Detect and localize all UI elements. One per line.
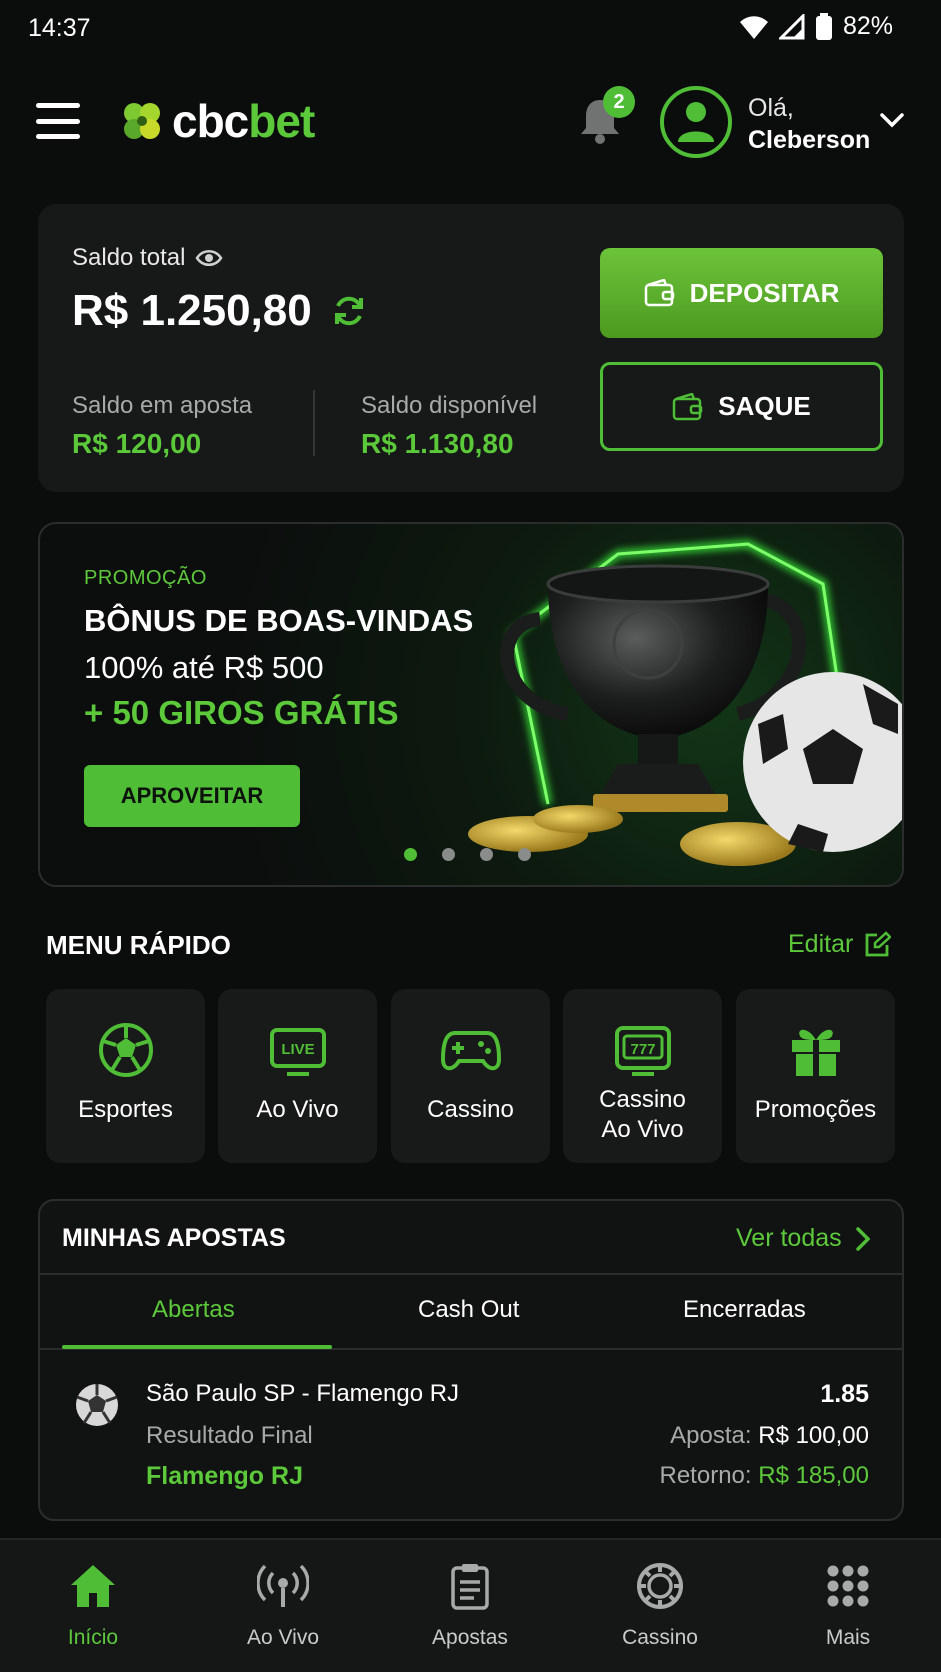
user-name: Cleberson [748,126,871,154]
avatar[interactable] [660,86,732,158]
chevron-right-icon [855,1226,870,1251]
eye-icon[interactable] [195,249,223,267]
bet-stake: Aposta: R$ 100,00 [670,1422,869,1449]
carousel-dot[interactable] [404,848,417,861]
nav-ao-vivo[interactable]: Ao Vivo [203,1560,363,1650]
clipboard-icon [451,1564,489,1610]
total-balance-label: Saldo total [72,244,223,272]
see-all-button[interactable]: Ver todas [736,1224,870,1253]
bet-return: Retorno: R$ 185,00 [659,1462,870,1489]
logo[interactable]: cbcbet [122,94,315,148]
casino-chip-icon [637,1563,683,1609]
user-icon [678,102,714,142]
quick-item-ao-vivo[interactable]: LIVE Ao Vivo [218,989,377,1163]
my-bets-title: MINHAS APOSTAS [62,1224,286,1252]
available-balance-value: R$ 1.130,80 [361,428,514,459]
quick-item-esportes[interactable]: Esportes [46,989,205,1163]
battery-icon [815,12,832,40]
total-balance-value: R$ 1.250,80 [72,286,366,336]
refresh-icon[interactable] [332,294,366,328]
promo-cta-button[interactable]: APROVEITAR [84,765,300,827]
bet-match[interactable]: São Paulo SP - Flamengo RJ [146,1380,459,1408]
promo-subtitle: 100% até R$ 500 [84,650,324,685]
slot-machine-icon: 777 [614,1026,671,1076]
carousel-dots[interactable] [404,848,531,861]
clover-logo-icon [124,103,160,139]
carousel-dot[interactable] [442,848,455,861]
status-icons: 82% [739,12,893,41]
battery-level: 82% [842,12,893,40]
user-greeting[interactable]: Olá, Cleberson [748,92,870,156]
slot-icon-text: 777 [630,1041,655,1058]
trophy-ball-image [468,539,902,866]
quick-menu-title: MENU RÁPIDO [46,930,231,960]
quick-item-cassino[interactable]: Cassino [391,989,550,1163]
live-icon-text: LIVE [281,1041,314,1058]
quick-item-promocoes[interactable]: Promoções [736,989,895,1163]
quick-item-cassino-ao-vivo[interactable]: 777 Cassino Ao Vivo [563,989,722,1163]
tab-cash-out[interactable]: Cash Out [418,1296,519,1324]
bet-selection: Flamengo RJ [146,1462,303,1490]
live-tv-icon: LIVE [269,1028,326,1076]
carousel-dot[interactable] [480,848,493,861]
broadcast-icon [257,1564,309,1607]
status-time: 14:37 [28,14,91,42]
quick-item-label: Ao Vivo [256,1096,339,1123]
nav-inicio[interactable]: Início [13,1560,173,1650]
tab-encerradas[interactable]: Encerradas [683,1296,806,1324]
edit-quick-menu-button[interactable]: Editar [788,930,892,959]
chevron-down-icon[interactable] [880,112,904,128]
carousel-dot[interactable] [518,848,531,861]
nav-apostas[interactable]: Apostas [390,1560,550,1650]
bet-balance-label: Saldo em aposta [72,392,253,419]
edit-icon [865,930,892,956]
divider [40,1273,902,1275]
wallet-icon [644,279,674,307]
quick-item-label: Promoções [754,1096,877,1123]
bet-balance-value: R$ 120,00 [72,428,202,459]
promo-extra: + 50 GIROS GRÁTIS [84,694,399,731]
deposit-button[interactable]: DEPOSITAR [600,248,883,338]
wifi-icon [739,15,768,39]
grid-dots-icon [827,1565,869,1607]
soccer-ball-icon [76,1384,118,1426]
quick-item-label: Esportes [78,1096,173,1123]
logo-text: cbcbet [172,95,315,147]
divider [313,390,315,456]
available-balance-label: Saldo disponível [361,392,538,419]
withdraw-button[interactable]: SAQUE [600,362,883,451]
wallet-icon [673,392,703,420]
notification-badge: 2 [603,86,635,118]
soccer-ball-icon [98,1023,153,1077]
promo-tag: PROMOÇÃO [84,567,207,589]
home-icon [71,1565,115,1607]
signal-icon [778,13,805,39]
nav-mais[interactable]: Mais [768,1560,928,1650]
promo-title: BÔNUS DE BOAS-VINDAS [84,603,474,638]
bet-odd: 1.85 [820,1380,869,1408]
tab-abertas[interactable]: Abertas [152,1296,235,1324]
status-bar: 14:37 82% [0,0,941,60]
gamepad-icon [440,1031,501,1071]
nav-cassino[interactable]: Cassino [580,1560,740,1650]
bet-market: Resultado Final [146,1422,313,1449]
gift-icon [791,1029,840,1076]
active-tab-indicator [62,1345,332,1349]
greeting-text: Olá, [748,94,794,122]
quick-item-label: Cassino [427,1096,514,1123]
quick-item-label: Cassino Ao Vivo [599,1086,686,1143]
menu-icon[interactable] [36,103,80,139]
